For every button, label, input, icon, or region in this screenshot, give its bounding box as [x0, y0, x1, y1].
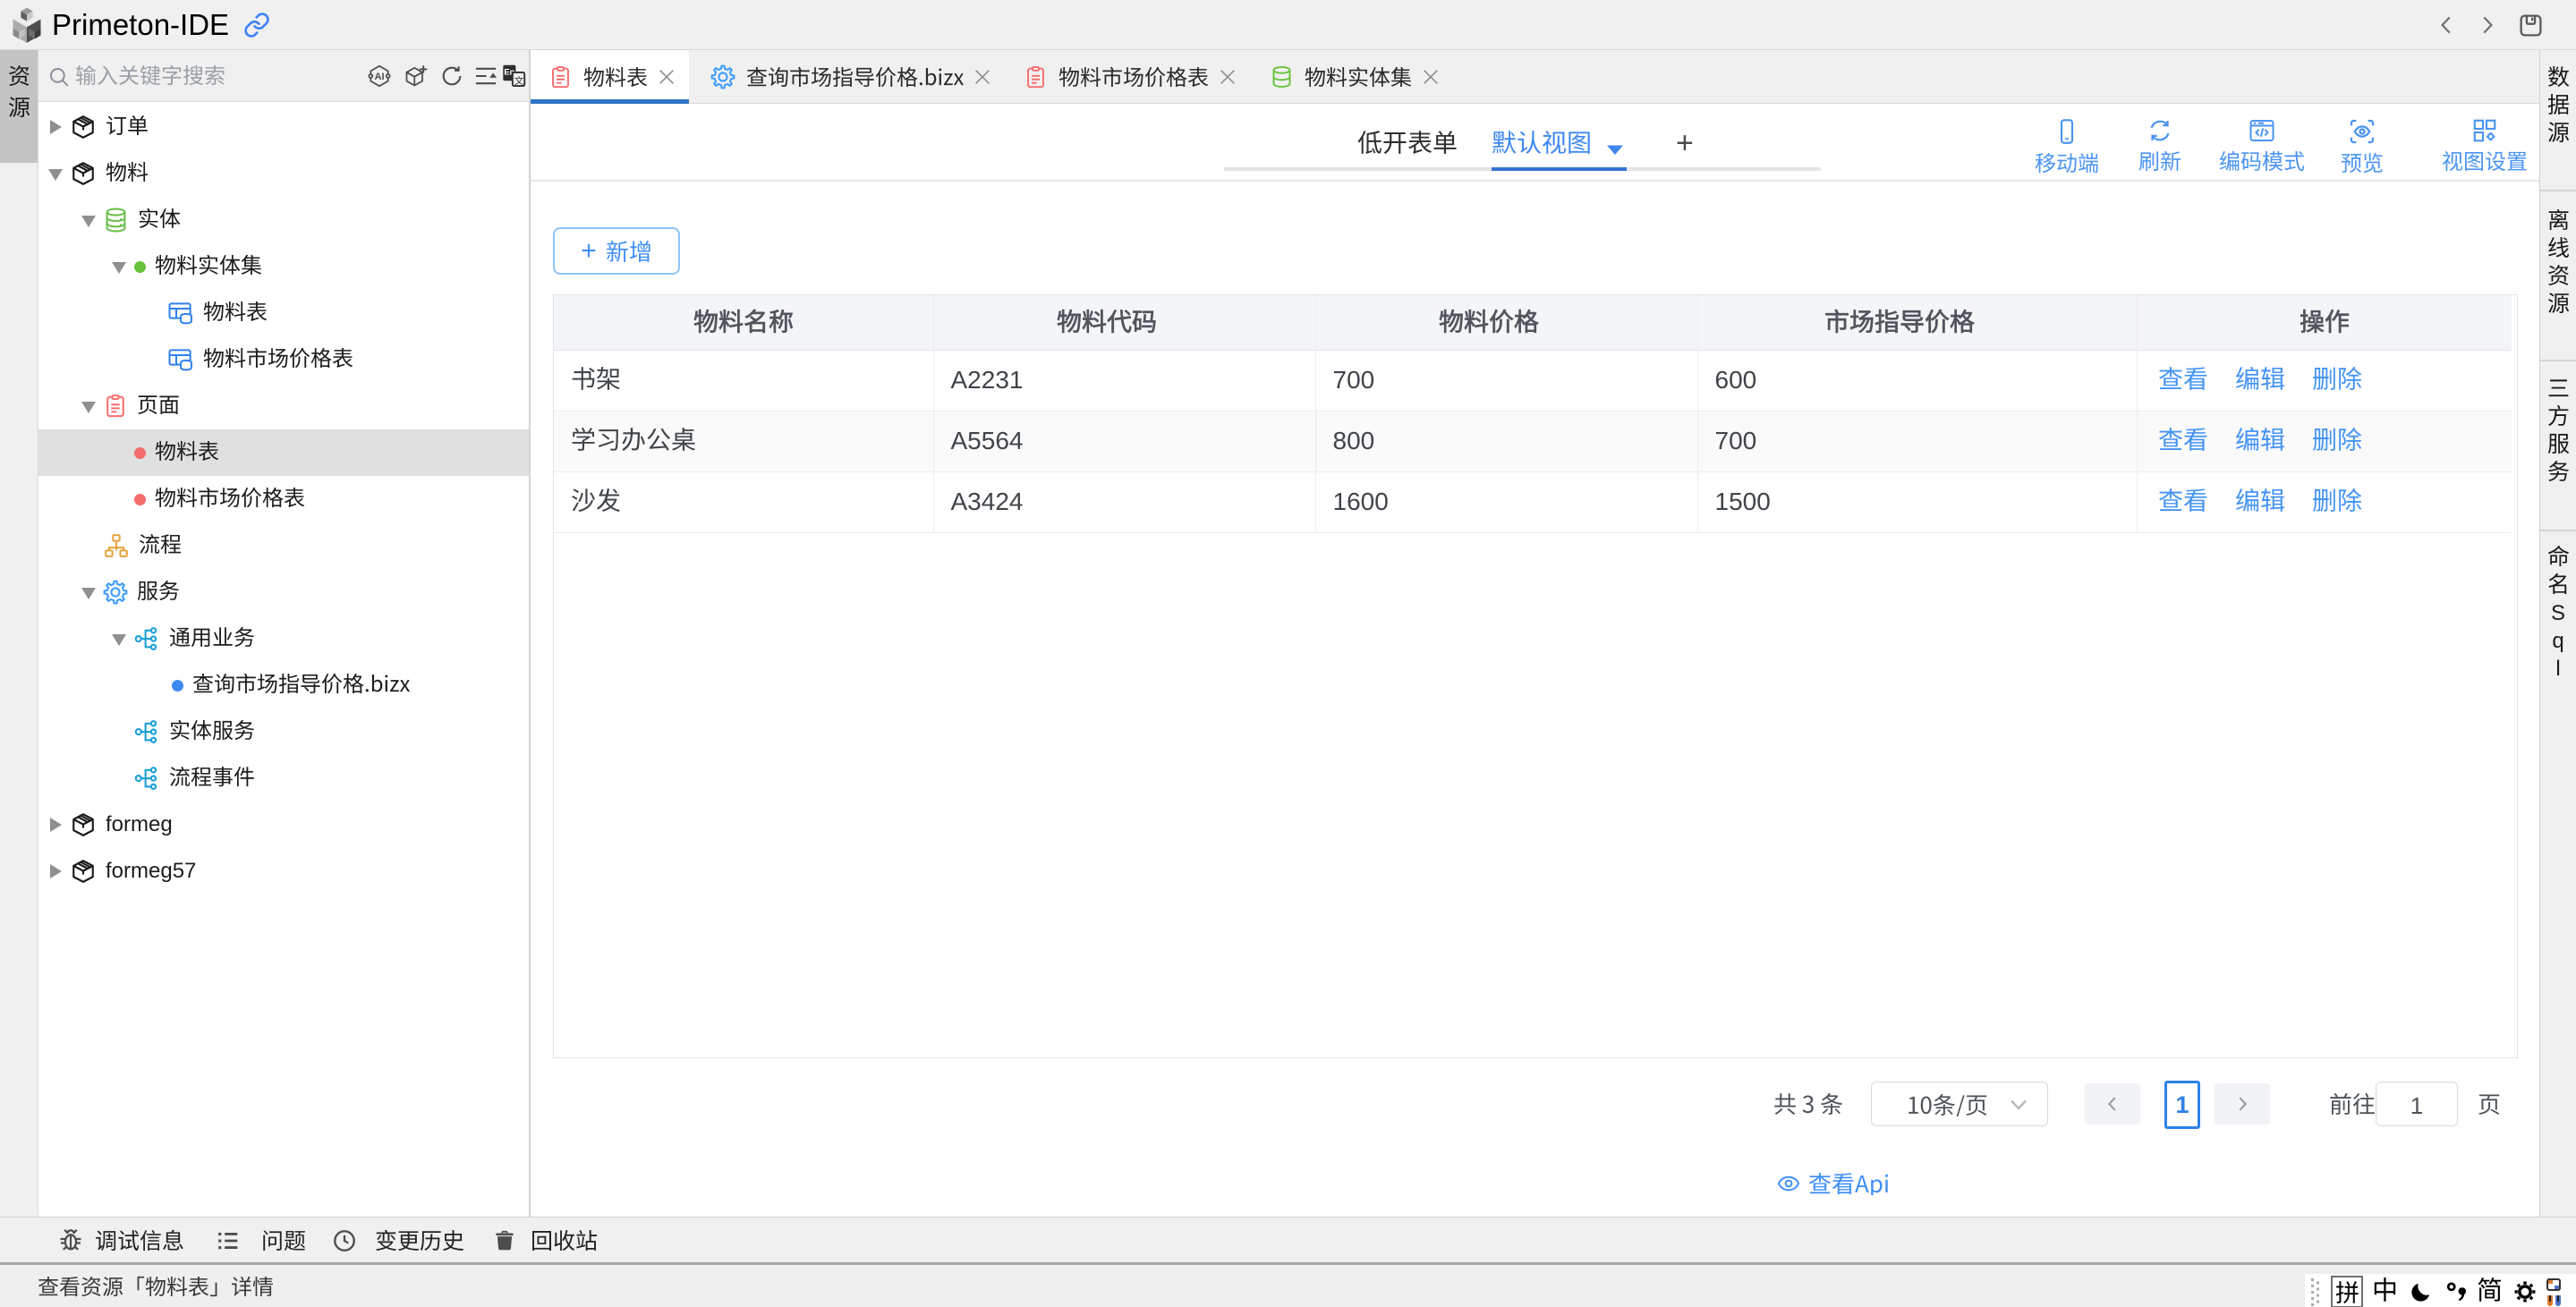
svg-text:AI: AI [374, 72, 384, 82]
